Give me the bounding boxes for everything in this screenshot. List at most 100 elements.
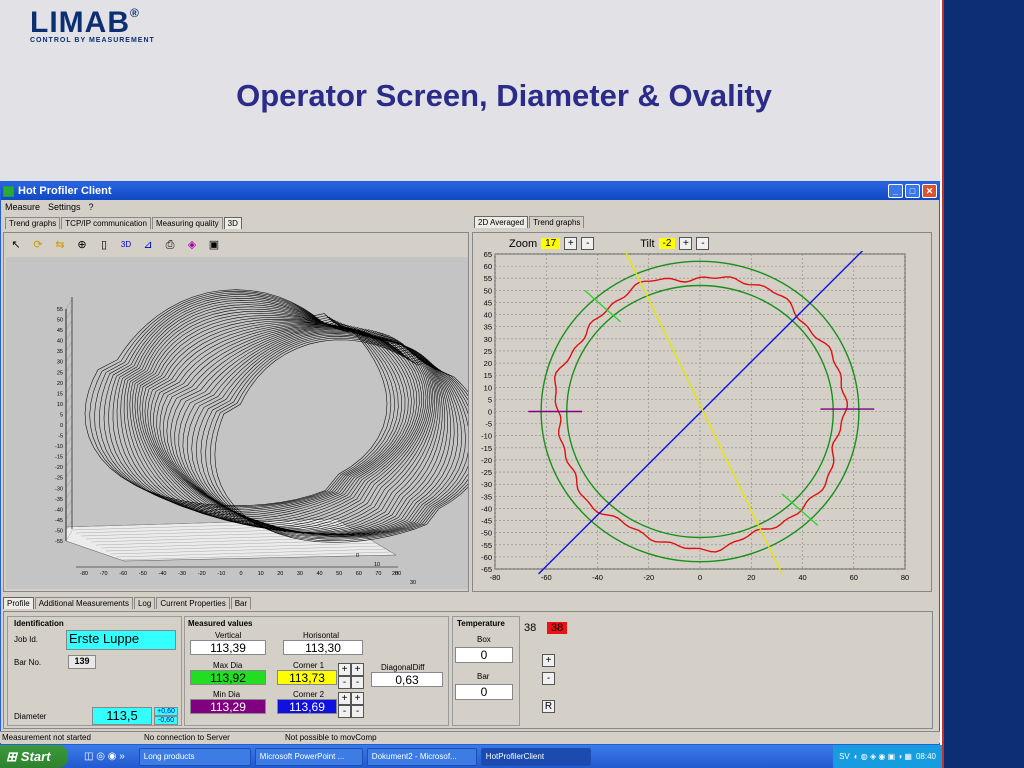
zoom-icon[interactable]: ⊕ [74, 237, 90, 253]
y-tick-line-3d [65, 446, 73, 457]
y-tick-label: -60 [481, 553, 492, 562]
y-tick-label-3d: -5 [58, 434, 63, 440]
y-tick-label-3d: -40 [55, 507, 63, 513]
pan-icon[interactable]: ⇆ [52, 237, 68, 253]
x-tick-label-3d: 60 [356, 571, 362, 577]
bottom-tab-strip: Profile Additional Measurements Log Curr… [3, 597, 252, 609]
axes-icon[interactable]: ⊿ [140, 237, 156, 253]
y-tick-label: 20 [484, 359, 492, 368]
minimize-button[interactable]: _ [888, 184, 903, 198]
tab-trend-graphs-right[interactable]: Trend graphs [529, 216, 585, 228]
y-tick-label-3d: -55 [55, 539, 63, 545]
tab-trend-graphs[interactable]: Trend graphs [5, 217, 61, 229]
close-button[interactable]: ✕ [922, 184, 937, 198]
3d-plot[interactable]: 55 50 45 40 35 30 25 20 15 10 5 0 -5 -10 -15 -20 -25 -30-… [6, 257, 489, 604]
right-tab-strip: 2D Averaged Trend graphs [474, 216, 585, 228]
windows-icon: ⊞ [6, 748, 17, 764]
y-tick-label: 15 [484, 371, 492, 380]
zoom-tilt-bar: Zoom 17 + - Tilt -2 + - [509, 237, 710, 250]
zoom-minus-button[interactable]: - [581, 237, 595, 250]
maximize-button[interactable]: □ [905, 184, 920, 198]
horisontal-value: 113,30 [283, 640, 363, 655]
taskbar-item-hotprofiler[interactable]: HotProfilerClient [480, 747, 591, 766]
taskbar-item-powerpoint[interactable]: Microsoft PowerPoint ... [254, 747, 363, 766]
tab-profile[interactable]: Profile [3, 597, 34, 609]
taskbar: ⊞ Start ◫ ◎ ◉ » Long products Microsoft P… [0, 745, 942, 768]
corner1-minus-a[interactable]: - [338, 676, 351, 689]
y-tick-label: -10 [481, 432, 492, 441]
corner2-minus-a[interactable]: - [338, 705, 351, 718]
corner2-plus-a[interactable]: + [338, 692, 351, 705]
vertical-label: Vertical [215, 631, 242, 640]
tilt-minus-button[interactable]: - [696, 237, 710, 250]
x-tick-label-3d: 0 [239, 571, 242, 577]
taskbar-item-long-products[interactable]: Long products [138, 747, 251, 766]
x-tick-label: -40 [592, 573, 603, 582]
zoom-label: Zoom [509, 237, 538, 250]
bar-no-label: Bar No. [14, 658, 42, 667]
zoom-plus-button[interactable]: + [564, 237, 578, 250]
corner1-plus-b[interactable]: + [351, 663, 364, 676]
y-tick-label: -25 [481, 468, 492, 477]
quicklaunch-icons[interactable]: ◫ ◎ ◉ » [84, 751, 125, 762]
y-tick-label: -5 [485, 420, 492, 429]
y-tick-line-3d [65, 436, 73, 447]
y-tick-line-3d [65, 393, 73, 404]
status-movcomp: Not possible to movComp [285, 733, 377, 742]
reset-button[interactable]: R [542, 700, 555, 713]
tray-icons[interactable]: ◐ ◍ ◈ ◉ ▣ ◑ ▦ [854, 752, 912, 761]
start-button[interactable]: ⊞ Start [0, 745, 68, 768]
y-tick-label: 50 [484, 286, 492, 295]
y-tick-label-3d: 50 [57, 318, 63, 324]
menu-measure[interactable]: Measure [5, 202, 40, 212]
right-minus-button[interactable]: - [542, 672, 555, 685]
rotate-icon[interactable]: ⟳ [30, 237, 46, 253]
x-tick-label-3d: -60 [119, 571, 127, 577]
y-tick-label: 40 [484, 311, 492, 320]
taskbar-item-word[interactable]: Dokument2 - Microsof... [366, 747, 477, 766]
y-tick-label-3d: -30 [55, 486, 63, 492]
corner1-plus-a[interactable]: + [338, 663, 351, 676]
temp-reading-2: 38 [547, 622, 568, 634]
menu-settings[interactable]: Settings [48, 202, 81, 212]
2d-profile-svg: 65605550454035302520151050-5-10-15-20-25… [481, 246, 909, 582]
print-icon[interactable]: ⎙ [162, 237, 178, 253]
corner1-minus-b[interactable]: - [351, 676, 364, 689]
y-tick-label: 10 [484, 383, 492, 392]
corner1-value: 113,73 [277, 670, 337, 685]
palette-icon[interactable]: ◈ [184, 237, 200, 253]
tab-measuring-quality[interactable]: Measuring quality [151, 217, 223, 229]
tab-bar[interactable]: Bar [230, 597, 252, 609]
tab-tcpip[interactable]: TCP/IP communication [61, 217, 151, 229]
language-indicator[interactable]: SV [839, 752, 850, 761]
y-tick-line-3d [65, 320, 73, 331]
corner2-plus-b[interactable]: + [351, 692, 364, 705]
y-tick-label: -20 [481, 456, 492, 465]
pointer-icon[interactable]: ↖ [8, 237, 24, 253]
tab-additional[interactable]: Additional Measurements [34, 597, 133, 609]
tab-3d[interactable]: 3D [223, 217, 242, 229]
x-tick-label: -60 [541, 573, 552, 582]
menu-help[interactable]: ? [89, 202, 94, 212]
job-id-field[interactable]: Erste Luppe [66, 630, 176, 650]
title-bar[interactable]: Hot Profiler Client _ □ ✕ [1, 182, 939, 200]
x-tick-label-3d: -70 [100, 571, 108, 577]
tilt-plus-button[interactable]: + [679, 237, 693, 250]
temp-bar-value: 0 [455, 684, 513, 700]
x-tick-label-3d: -20 [198, 571, 206, 577]
tab-log[interactable]: Log [133, 597, 156, 609]
page-icon[interactable]: ▯ [96, 237, 112, 253]
tolerance-plus: +0,60 [154, 707, 178, 716]
tab-current-properties[interactable]: Current Properties [156, 597, 230, 609]
3d-profile-svg: 5550454035302520151050-5-10-15-20-25-30-… [55, 289, 489, 604]
tab-2d-averaged[interactable]: 2D Averaged [474, 216, 529, 228]
save-icon[interactable]: ▣ [206, 237, 222, 253]
left-tab-strip: Trend graphs TCP/IP communication Measur… [5, 217, 243, 229]
right-plus-button[interactable]: + [542, 654, 555, 667]
y-tick-line-3d [65, 499, 73, 510]
bar-no-field[interactable]: 139 [68, 655, 96, 669]
diagdiff-value: 0,63 [371, 672, 443, 687]
3d-icon[interactable]: 3D [118, 237, 134, 253]
corner2-minus-b[interactable]: - [351, 705, 364, 718]
diameter-field[interactable]: 113,5 [92, 707, 152, 725]
